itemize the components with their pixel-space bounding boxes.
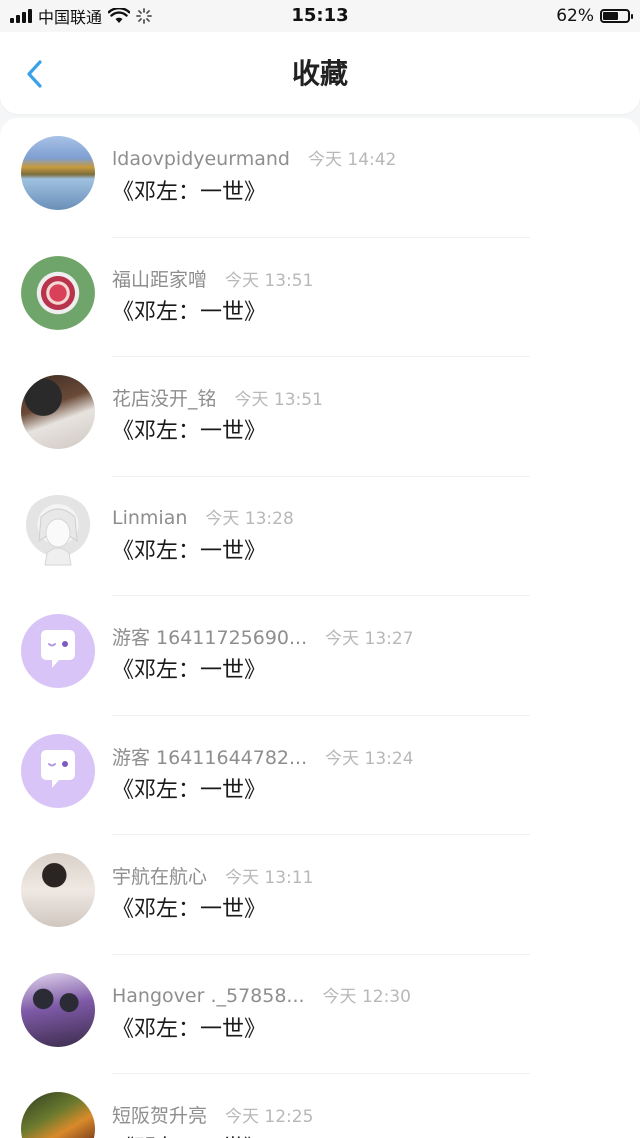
username[interactable]: 短阪贺升亮 [112,1101,207,1128]
song-title[interactable]: 《邓左：一世》 [112,413,266,445]
song-title[interactable]: 《邓左：一世》 [112,294,266,326]
item-meta: Linmian 今天 13:28 [112,504,294,529]
username[interactable]: Linmian [112,507,187,529]
man-photo-avatar[interactable] [21,375,95,449]
item-meta: 游客 16411725690... 今天 13:27 [112,623,414,650]
fish-photo-avatar[interactable] [21,1092,95,1138]
guest-chat-bubble-avatar[interactable] [21,733,95,808]
list-item[interactable]: 花店没开_铭 今天 13:51 《邓左：一世》 [0,357,640,477]
nav-bar: 收藏 [0,32,640,114]
status-time: 15:13 [291,5,349,26]
username[interactable]: 花店没开_铭 [112,384,217,411]
status-right: 62% [556,0,633,32]
chat-bubble-icon [41,749,75,788]
timestamp: 今天 12:25 [225,1107,314,1127]
battery-percent: 62% [556,6,594,26]
timestamp: 今天 13:51 [234,390,323,410]
list-item[interactable]: 短阪贺升亮 今天 12:25 《邓左：一世》 [0,1074,640,1138]
list-item[interactable]: 宇航在航心 今天 13:11 《邓左：一世》 [0,835,640,955]
timestamp: 今天 13:24 [325,748,414,769]
username[interactable]: 游客 16411644782... [112,743,307,770]
timestamp: 今天 13:27 [325,629,414,649]
item-meta: 宇航在航心 今天 13:11 [112,862,313,889]
list-item[interactable]: ldaovpidyeurmand 今天 14:42 《邓左：一世》 [0,118,640,238]
timestamp: 今天 14:42 [307,150,397,170]
group-photo-avatar[interactable] [21,972,95,1047]
guest-chat-bubble-avatar[interactable] [21,614,95,688]
timestamp: 今天 13:51 [225,270,314,291]
list-item[interactable]: Linmian 今天 13:28 《邓左：一世》 [0,477,640,596]
item-meta: 花店没开_铭 今天 13:51 [112,384,323,411]
timestamp: 今天 13:28 [205,508,294,529]
chat-bubble-icon [41,630,75,668]
list-item[interactable]: 福山距家噌 今天 13:51 《邓左：一世》 [0,238,640,357]
username[interactable]: ldaovpidyeurmand [112,148,290,170]
anime-girl-avatar[interactable] [21,494,95,569]
username[interactable]: 游客 16411725690... [112,623,307,650]
landscape-lake-avatar[interactable] [21,136,95,210]
boy-photo-avatar[interactable] [21,853,95,927]
song-title[interactable]: 《邓左：一世》 [112,652,266,684]
battery-icon [600,9,633,23]
song-title[interactable]: 《邓左：一世》 [112,1130,266,1138]
item-meta: 游客 16411644782... 今天 13:24 [112,743,414,770]
list-item[interactable]: 游客 16411644782... 今天 13:24 《邓左：一世》 [0,716,640,835]
timestamp: 今天 13:11 [225,868,314,888]
timestamp: 今天 12:30 [322,986,411,1007]
item-meta: ldaovpidyeurmand 今天 14:42 [112,145,396,170]
page-title: 收藏 [291,57,348,90]
song-title[interactable]: 《邓左：一世》 [112,1011,266,1043]
rose-mandala-avatar[interactable] [21,255,95,330]
favorites-list: ldaovpidyeurmand 今天 14:42 《邓左：一世》 福山距家噌 … [0,118,640,1138]
item-meta: 福山距家噌 今天 13:51 [112,265,313,292]
list-item[interactable]: 游客 16411725690... 今天 13:27 《邓左：一世》 [0,596,640,716]
username[interactable]: Hangover ._57858... [112,985,305,1007]
username[interactable]: 宇航在航心 [112,862,207,889]
list-item[interactable]: Hangover ._57858... 今天 12:30 《邓左：一世》 [0,955,640,1074]
item-meta: Hangover ._57858... 今天 12:30 [112,982,411,1007]
item-meta: 短阪贺升亮 今天 12:25 [112,1101,313,1128]
song-title[interactable]: 《邓左：一世》 [112,174,266,206]
username[interactable]: 福山距家噌 [112,265,207,292]
song-title[interactable]: 《邓左：一世》 [112,891,266,923]
status-bar: 中国联通 15:13 62% [0,0,640,32]
song-title[interactable]: 《邓左：一世》 [112,772,266,804]
song-title[interactable]: 《邓左：一世》 [112,533,266,565]
